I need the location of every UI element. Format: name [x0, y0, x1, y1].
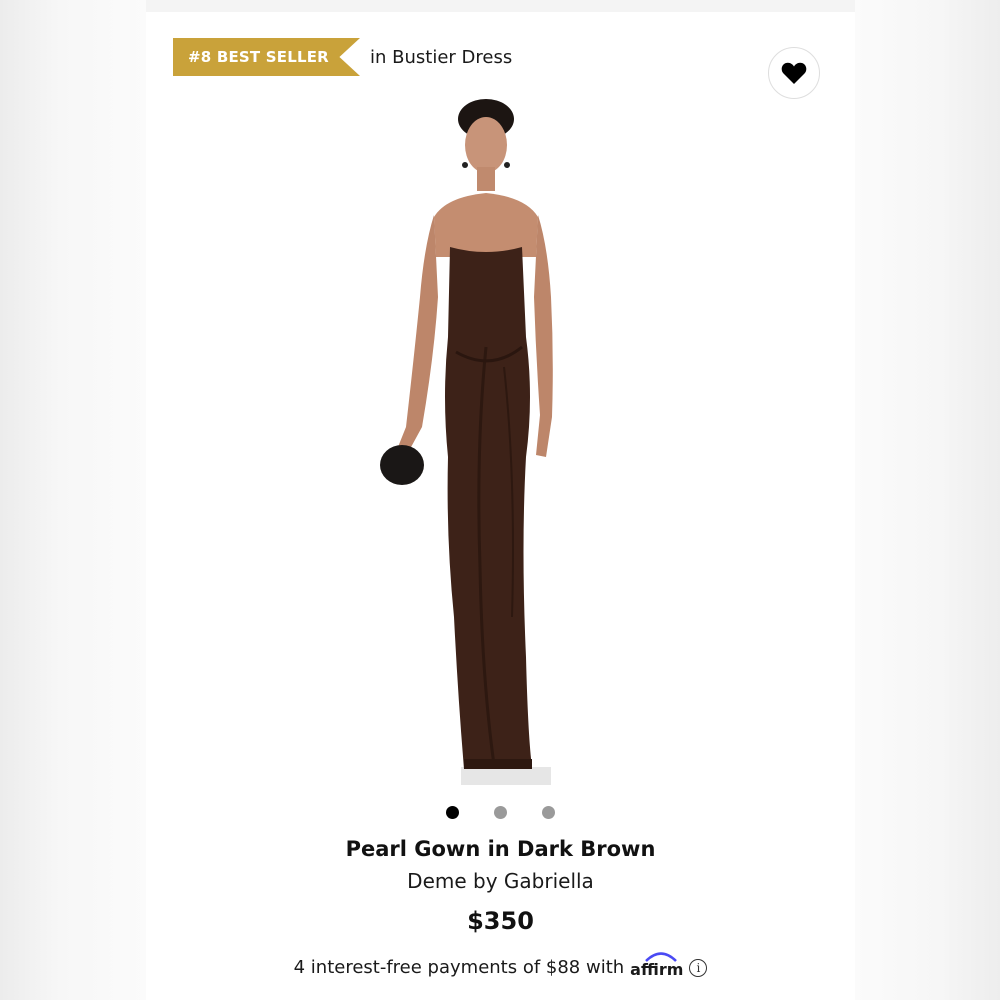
- product-image[interactable]: [376, 97, 596, 797]
- best-seller-row: #8 BEST SELLER in Bustier Dress: [173, 38, 512, 76]
- affirm-text: affirm: [630, 960, 684, 979]
- gallery-dot[interactable]: [446, 806, 459, 819]
- gallery-dot[interactable]: [494, 806, 507, 819]
- heart-icon: [781, 62, 807, 84]
- gallery-dots: [146, 806, 855, 819]
- affirm-arc-icon: [645, 952, 678, 962]
- product-price: $350: [467, 907, 534, 935]
- info-icon[interactable]: i: [689, 958, 708, 977]
- payment-text: 4 interest-free payments of $88 with: [293, 957, 625, 978]
- gallery-dot[interactable]: [542, 806, 555, 819]
- best-seller-text: #8 BEST SELLER: [188, 48, 329, 66]
- brand-link[interactable]: Deme by Gabriella: [146, 869, 855, 893]
- wishlist-button[interactable]: [768, 47, 820, 99]
- payment-info: 4 interest-free payments of $88 with aff…: [146, 952, 855, 979]
- category-link[interactable]: in Bustier Dress: [370, 47, 512, 68]
- product-card: #8 BEST SELLER in Bustier Dress Pearl Go…: [146, 12, 855, 1000]
- best-seller-badge: #8 BEST SELLER: [173, 38, 360, 76]
- top-strip: [146, 0, 855, 12]
- product-title: Pearl Gown in Dark Brown: [345, 837, 656, 861]
- affirm-logo: affirm: [630, 952, 684, 979]
